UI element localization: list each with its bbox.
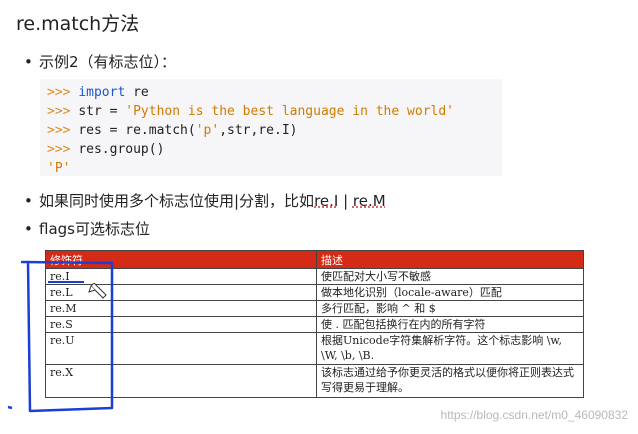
modifier-cell: re.M — [45, 300, 317, 317]
description-cell: 使匹配对大小写不敏感 — [316, 268, 584, 285]
table-row: re.L 做本地化识别（locale-aware）匹配 — [45, 284, 584, 301]
bullet-flags-combine: • 如果同时使用多个标志位使用|分割，比如re.I | re.M — [24, 192, 386, 210]
table-header-row: 修饰符 描述 — [45, 250, 584, 269]
modifier-cell: re.X — [45, 364, 317, 398]
description-cell: 根据Unicode字符集解析字符。这个标志影响 \w, \W, \b, \B. — [316, 332, 584, 365]
bullet-dot: • — [24, 192, 33, 210]
bullet-dot: • — [24, 53, 33, 71]
code-output: 'P' — [47, 161, 71, 176]
bullet-flags-optional: • flags可选标志位 — [24, 220, 150, 238]
code-line: >>> import re — [47, 85, 149, 100]
table-row: re.I 使匹配对大小写不敏感 — [45, 268, 584, 285]
watermark: https://blog.csdn.net/m0_46090832 — [440, 408, 628, 422]
modifier-cell: re.L — [45, 284, 317, 301]
pen-cursor-icon — [88, 283, 107, 299]
flags-table: 修饰符 描述 re.I 使匹配对大小写不敏感 re.L 做本地化识别（locale-… — [45, 250, 584, 398]
table-row: re.X 该标志通过给予你更灵活的格式以便你将正则表达式写得更易于理解。 — [45, 364, 584, 398]
modifier-cell: re.S — [45, 316, 317, 333]
slide-title: re.match方法 — [16, 13, 140, 35]
code-line: >>> str = 'Python is the best language i… — [47, 104, 455, 119]
bullet-dot: • — [24, 220, 33, 238]
code-block: >>> import re >>> str = 'Python is the b… — [40, 79, 502, 176]
modifier-cell: re.I — [45, 268, 317, 285]
table-row: re.S 使 . 匹配包括换行在内的所有字符 — [45, 316, 584, 333]
code-line: >>> res.group() — [47, 142, 165, 157]
table-row: re.U 根据Unicode字符集解析字符。这个标志影响 \w, \W, \b, … — [45, 332, 584, 365]
modifier-cell: re.U — [45, 332, 317, 365]
description-cell: 做本地化识别（locale-aware）匹配 — [316, 284, 584, 301]
description-cell: 多行匹配，影响 ^ 和 $ — [316, 300, 584, 317]
description-cell: 使 . 匹配包括换行在内的所有字符 — [316, 316, 584, 333]
bullet-example-text: 示例2（有标志位）： — [39, 53, 177, 71]
header-modifier: 修饰符 — [45, 250, 317, 269]
header-description: 描述 — [316, 250, 584, 269]
code-line: >>> res = re.match('p',str,re.I) — [47, 123, 298, 138]
bullet-example: • 示例2（有标志位）： — [24, 51, 176, 72]
table-row: re.M 多行匹配，影响 ^ 和 $ — [45, 300, 584, 317]
description-cell: 该标志通过给予你更灵活的格式以便你将正则表达式写得更易于理解。 — [316, 364, 584, 398]
